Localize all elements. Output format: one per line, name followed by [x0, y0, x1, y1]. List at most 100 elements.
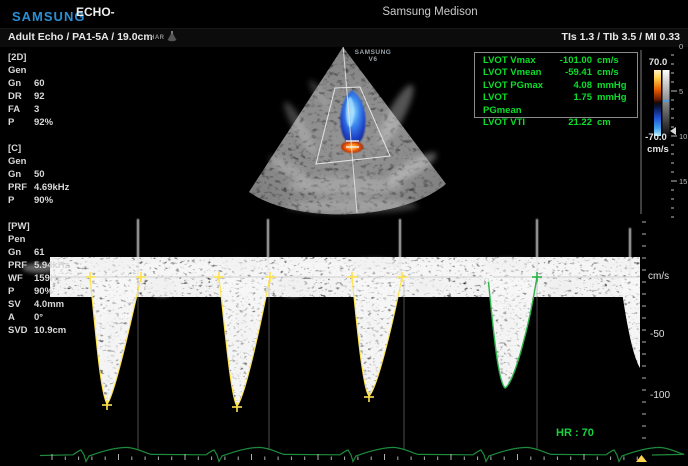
result-label: LVOT Vmean: [483, 67, 548, 79]
param-value: [34, 64, 70, 77]
sidebar-row: Gn60: [8, 77, 70, 90]
ecg-strip: [40, 447, 684, 462]
harmonic-badge: HAR: [150, 35, 165, 41]
param-label: P: [8, 116, 34, 129]
param-value: 90%: [34, 285, 70, 298]
result-unit: mmHg: [592, 92, 631, 117]
probe-icon: [166, 31, 178, 42]
sidebar-section-header: [C]: [8, 142, 70, 155]
param-value: [34, 233, 70, 246]
param-value: 0°: [34, 311, 70, 324]
heart-rate-label: HR : 70: [556, 427, 594, 439]
param-label: FA: [8, 103, 34, 116]
param-value: 92: [34, 90, 70, 103]
result-row: LVOT Vmean-59.41cm/s: [483, 67, 631, 79]
spectral-tick-50: -50: [650, 329, 664, 340]
result-value: 4.08: [548, 80, 592, 92]
sidebar-row: P92%: [8, 116, 70, 129]
param-value: 90%: [34, 194, 70, 207]
sidebar-row: SV4.0mm: [8, 298, 70, 311]
color-scale-unit: cm/s: [640, 144, 676, 155]
result-label: LVOT Vmax: [483, 55, 548, 67]
param-value: 4.0mm: [34, 298, 70, 311]
result-row: LVOT PGmean1.75mmHg: [483, 92, 631, 117]
sidebar-row: Gen: [8, 64, 70, 77]
param-value: 10.9cm: [34, 324, 70, 337]
samsung-logo: SAMSUNG: [12, 9, 85, 24]
param-value: 61: [34, 246, 70, 259]
result-unit: mmHg: [592, 80, 631, 92]
param-label: Pen: [8, 233, 34, 246]
color-scale-bar: [654, 70, 661, 136]
color-scale-min: -70.0: [636, 132, 676, 143]
color-scale-max: 70.0: [640, 57, 676, 68]
exam-preset[interactable]: Adult Echo / PA1-5A / 19.0cm: [8, 31, 153, 43]
param-label: Gen: [8, 155, 34, 168]
param-value: [34, 155, 70, 168]
sidebar-section-header: [PW]: [8, 220, 70, 233]
caliper-marker[interactable]: [102, 400, 112, 410]
study-title: ECHO-: [76, 5, 115, 19]
depth-label: 0: [679, 42, 683, 51]
param-label: P: [8, 194, 34, 207]
result-label: LVOT PGmean: [483, 92, 548, 117]
result-label: LVOT VTI: [483, 117, 548, 129]
result-unit: cm: [592, 117, 631, 129]
output-indices: TIs 1.3 / TIb 3.5 / MI 0.33: [562, 31, 680, 43]
param-value: 50: [34, 168, 70, 181]
result-unit: cm/s: [592, 55, 631, 67]
param-label: Gen: [8, 64, 34, 77]
param-label: PRF: [8, 181, 34, 194]
ultrasound-screen: SAMSUNG ECHO- Samsung Medison Adult Echo…: [0, 0, 688, 466]
spectral-tick-100: -100: [650, 390, 670, 401]
sector-image: [249, 45, 446, 214]
probe-label: SAMSUNG V6: [350, 49, 396, 63]
result-value: -101.00: [548, 55, 592, 67]
caliper-marker[interactable]: [364, 392, 374, 402]
caliper-marker[interactable]: [232, 402, 242, 412]
result-row: LVOT Vmax-101.00cm/s: [483, 55, 631, 67]
param-label: Gn: [8, 168, 34, 181]
sidebar-row: WF159Hz: [8, 272, 70, 285]
param-label: DR: [8, 90, 34, 103]
param-value: 92%: [34, 116, 70, 129]
param-value: 60: [34, 77, 70, 90]
gray-scale-bar: [663, 70, 670, 136]
result-unit: cm/s: [592, 67, 631, 79]
probe-label-model: V6: [350, 56, 396, 63]
velocity-ruler: [642, 222, 646, 438]
sidebar-row: P90%: [8, 194, 70, 207]
result-value: 1.75: [548, 92, 592, 117]
sidebar-row: Pen: [8, 233, 70, 246]
param-label: PRF: [8, 259, 34, 272]
spectral-unit: cm/s: [648, 271, 669, 282]
sidebar-section: [C]GenGn50PRF4.69kHzP90%: [8, 142, 70, 207]
time-ruler: [52, 454, 637, 460]
parameter-sidebar: [2D]GenGn60DR92FA3P92%[C]GenGn50PRF4.69k…: [8, 51, 70, 350]
param-value: 3: [34, 103, 70, 116]
probe-label-brand: SAMSUNG: [350, 49, 396, 56]
param-label: SV: [8, 298, 34, 311]
result-row: LVOT PGmax4.08mmHg: [483, 80, 631, 92]
depth-label: 5: [679, 87, 683, 96]
sidebar-row: Gn50: [8, 168, 70, 181]
measurement-results-box: LVOT Vmax-101.00cm/sLVOT Vmean-59.41cm/s…: [474, 52, 638, 118]
param-label: A: [8, 311, 34, 324]
param-label: P: [8, 285, 34, 298]
ecg-trace: [40, 447, 684, 461]
institution-name: Samsung Medison: [382, 6, 477, 18]
sidebar-row: P90%: [8, 285, 70, 298]
sidebar-section: [PW]PenGn61PRF5.94kHzWF159HzP90%SV4.0mmA…: [8, 220, 70, 337]
param-label: SVD: [8, 324, 34, 337]
result-value: -59.41: [548, 67, 592, 79]
param-label: Gn: [8, 246, 34, 259]
sidebar-section-header: [2D]: [8, 51, 70, 64]
result-value: 21.22: [548, 117, 592, 129]
sidebar-row: PRF5.94kHz: [8, 259, 70, 272]
sidebar-row: DR92: [8, 90, 70, 103]
result-row: LVOT VTI21.22cm: [483, 117, 631, 129]
sidebar-row: SVD10.9cm: [8, 324, 70, 337]
depth-label: 15: [679, 177, 687, 186]
sidebar-section: [2D]GenGn60DR92FA3P92%: [8, 51, 70, 129]
result-label: LVOT PGmax: [483, 80, 548, 92]
